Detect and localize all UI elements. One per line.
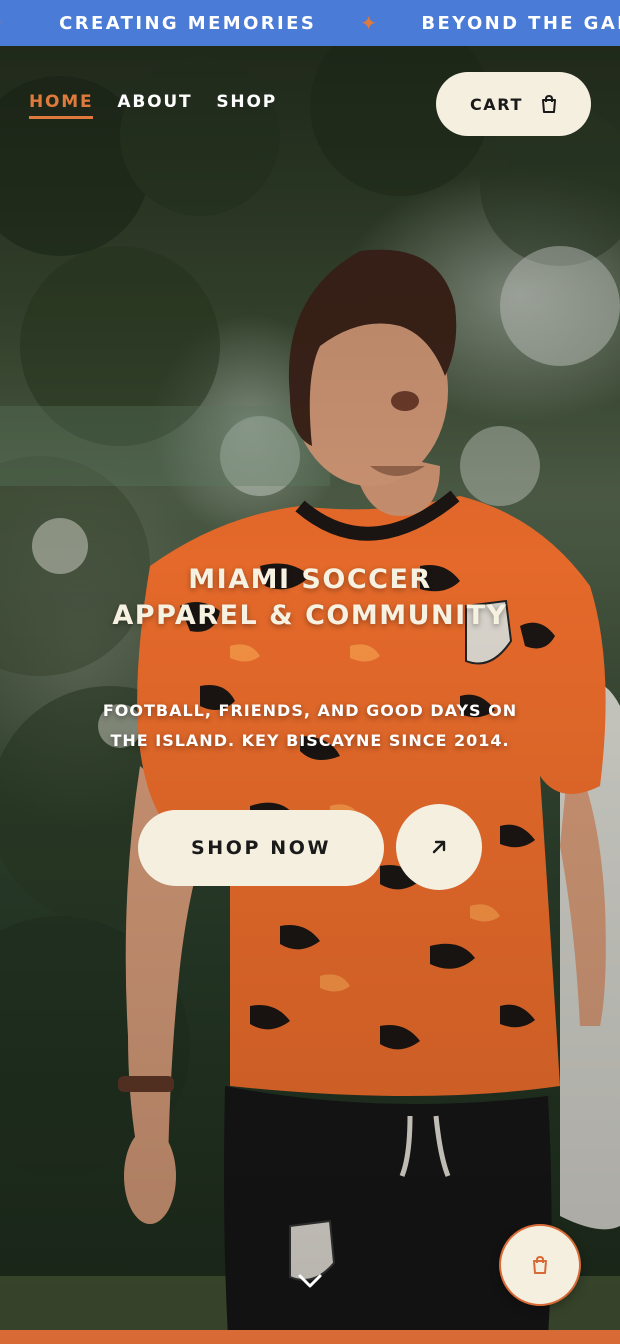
marquee-text-2: BEYOND THE GAME <box>421 12 620 34</box>
bottom-accent-bar <box>0 1330 620 1344</box>
cart-label: CART <box>469 94 524 114</box>
hero-headline: MIAMI SOCCER APPAREL & COMMUNITY <box>0 562 620 634</box>
floating-cart-button[interactable] <box>499 1224 581 1306</box>
star-separator-icon: ✦ <box>0 11 5 35</box>
shopping-bag-icon <box>533 1256 547 1274</box>
marquee-text-1: CREATING MEMORIES <box>59 12 317 34</box>
nav-shop-link[interactable]: SHOP <box>216 92 277 119</box>
announcement-marquee: ✦ CREATING MEMORIES ✦ BEYOND THE GAME <box>0 0 620 46</box>
subhead-line-1: FOOTBALL, FRIENDS, AND GOOD DAYS ON <box>102 701 518 720</box>
main-nav: HOME ABOUT SHOP <box>29 92 277 119</box>
nav-home-link[interactable]: HOME <box>29 92 94 119</box>
hero-overlay <box>0 46 620 1330</box>
scroll-down-button[interactable] <box>296 1270 324 1292</box>
arrow-up-right-icon <box>432 840 446 854</box>
subhead-line-2: THE ISLAND. KEY BISCAYNE SINCE 2014. <box>110 731 510 750</box>
nav-about-link[interactable]: ABOUT <box>117 92 192 119</box>
hero-subheadline: FOOTBALL, FRIENDS, AND GOOD DAYS ON THE … <box>60 696 560 756</box>
headline-line-1: MIAMI SOCCER <box>188 564 432 595</box>
shopping-bag-icon <box>542 95 557 113</box>
cart-button[interactable]: CART <box>436 72 591 136</box>
marquee-track: ✦ CREATING MEMORIES ✦ BEYOND THE GAME <box>0 0 620 46</box>
headline-line-2: APPAREL & COMMUNITY <box>112 600 508 631</box>
shop-now-button[interactable]: SHOP NOW <box>138 810 384 886</box>
chevron-down-icon <box>298 1274 322 1288</box>
star-separator-icon: ✦ <box>360 11 380 35</box>
shop-arrow-button[interactable] <box>396 804 482 890</box>
hero-section <box>0 46 620 1330</box>
